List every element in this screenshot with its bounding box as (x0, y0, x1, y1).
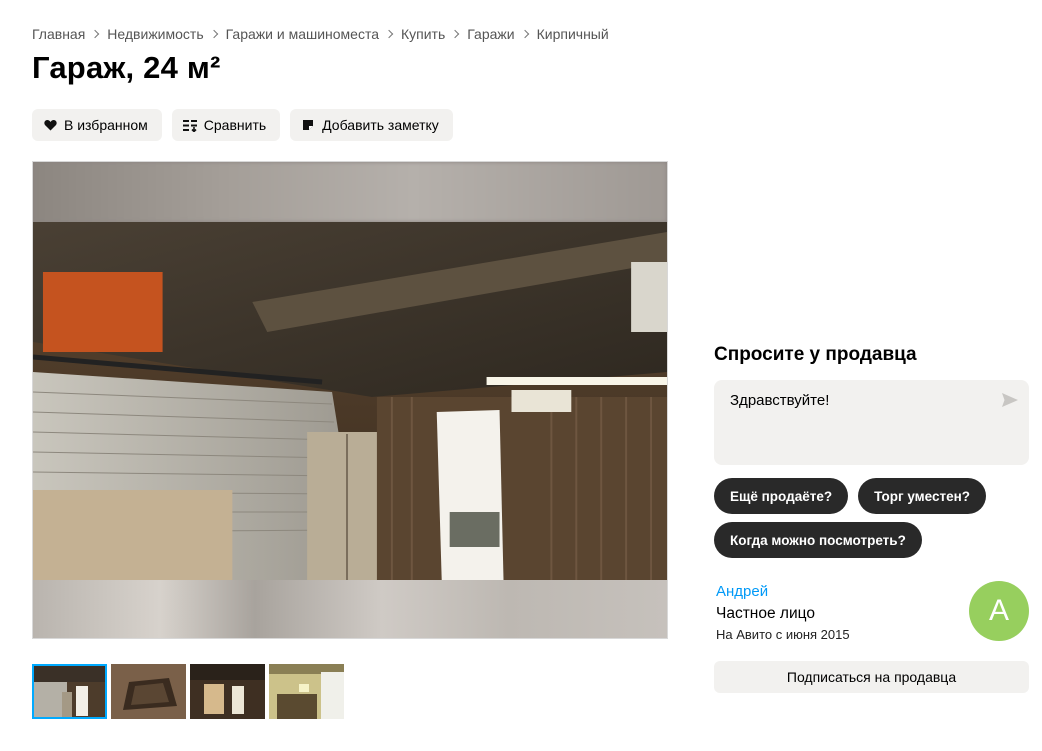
breadcrumb-item-buy[interactable]: Купить (401, 26, 445, 42)
blurred-photo-edge-top (33, 162, 667, 222)
favorite-label: В избранном (64, 117, 148, 133)
thumbnail-4[interactable] (269, 664, 344, 719)
seller-type: Частное лицо (716, 605, 815, 622)
breadcrumb-item-real-estate[interactable]: Недвижимость (107, 26, 203, 42)
photo-gallery[interactable] (32, 161, 668, 639)
thumbnail-strip (32, 664, 344, 719)
note-icon (301, 118, 315, 132)
message-input[interactable]: Здравствуйте! (714, 380, 984, 450)
breadcrumb-item-garages-parking[interactable]: Гаражи и машиноместа (226, 26, 379, 42)
page-title: Гараж, 24 м² (32, 50, 221, 85)
chevron-right-icon (384, 29, 394, 39)
message-box: Здравствуйте! (714, 380, 1029, 465)
thumbnail-3[interactable] (190, 664, 265, 719)
breadcrumb: Главная Недвижимость Гаражи и машиномест… (32, 26, 609, 42)
avatar[interactable]: А (969, 581, 1029, 641)
seller-name-link[interactable]: Андрей (716, 583, 768, 600)
add-note-button[interactable]: Добавить заметку (290, 109, 453, 141)
quick-reply-when-to-view[interactable]: Когда можно посмотреть? (714, 522, 922, 558)
compare-icon (182, 118, 197, 132)
chevron-right-icon (209, 29, 218, 39)
action-bar: В избранном Сравнить Добавить заметку (32, 109, 453, 141)
add-note-label: Добавить заметку (322, 117, 439, 133)
breadcrumb-item-brick[interactable]: Кирпичный (537, 26, 609, 42)
breadcrumb-item-home[interactable]: Главная (32, 26, 85, 42)
chevron-right-icon (91, 29, 100, 39)
quick-reply-still-selling[interactable]: Ещё продаёте? (714, 478, 849, 514)
breadcrumb-item-garages[interactable]: Гаражи (467, 26, 514, 42)
chevron-right-icon (520, 29, 529, 39)
compare-label: Сравнить (203, 117, 267, 133)
heart-icon (43, 118, 57, 132)
seller-since: На Авито с июня 2015 (716, 627, 850, 642)
main-photo[interactable] (33, 222, 667, 580)
send-icon[interactable] (1001, 392, 1019, 408)
thumbnail-1[interactable] (32, 664, 107, 719)
subscribe-seller-button[interactable]: Подписаться на продавца (714, 661, 1029, 693)
thumbnail-2[interactable] (111, 664, 186, 719)
ask-seller-title: Спросите у продавца (714, 344, 917, 365)
quick-reply-bargain[interactable]: Торг уместен? (858, 478, 987, 514)
compare-button[interactable]: Сравнить (171, 109, 281, 141)
favorite-button[interactable]: В избранном (32, 109, 162, 141)
chevron-right-icon (451, 29, 460, 39)
quick-replies: Ещё продаёте? Торг уместен? Когда можно … (714, 478, 1034, 558)
blurred-photo-edge-bottom (33, 580, 667, 638)
